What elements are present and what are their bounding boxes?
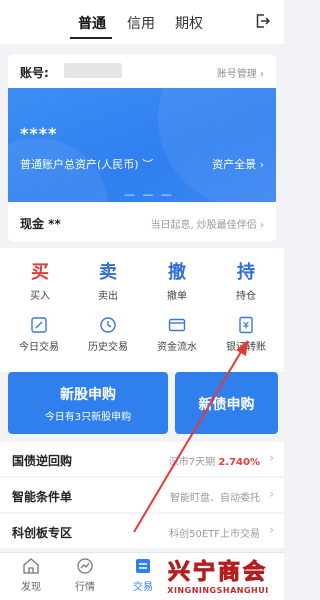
chevron-right-icon: › [269,487,274,501]
positions-label: 持仓 [236,291,256,302]
list-item-title: 智能条件单 [12,490,73,504]
cancel-order-button[interactable]: 撤 撤单 [147,258,207,302]
card-icon [168,318,186,332]
today-trades-label: 今日交易 [19,342,59,353]
list-item-reverse-repo[interactable]: 国债逆回购 深市7天期 2.740% › [0,442,284,476]
positions-button[interactable]: 持 持仓 [216,258,276,302]
watermark-main: 兴宁商会 [167,560,268,586]
chevron-right-icon: › [269,451,274,465]
positions-char: 持 [237,262,255,283]
buy-char: 买 [31,262,49,283]
top-nav: 普通 信用 期权 [0,0,284,44]
tab-normal[interactable]: 普通 [78,13,106,33]
cash-row[interactable]: 现金 ** 当日起息, 炒股最佳伴侣 › [8,202,276,242]
bottom-nav-market[interactable]: 行情 [60,557,110,593]
pager-dots: — — — [124,188,174,201]
history-trades-button[interactable]: 历史交易 [73,316,143,353]
account-card: 账号: 账号管理 › **** 普通账户总资产(人民币) ︶ 资产全景 › — … [8,54,276,242]
cash-slogan: 当日起息, 炒股最佳伴侣 › [150,220,264,231]
bank-securities-transfer-label: 银证转账 [226,342,266,353]
tab-options[interactable]: 期权 [175,13,203,33]
list-item-star-market[interactable]: 科创板专区 科创50ETF上市交易 › [0,514,284,548]
sell-char: 卖 [99,262,117,283]
transfer-doc-icon [239,316,253,334]
repo-rate: 2.740% [218,457,260,468]
list-item-title: 国债逆回购 [12,454,73,468]
list-item-detail: 智能盯盘、自动委托 [170,493,260,504]
history-trades-label: 历史交易 [88,342,128,353]
cancel-label: 撤单 [167,291,187,302]
trade-grid: 买 买入 卖 卖出 撤 撤单 持 持仓 今日交易 历史交易 资金流水 银证转账 [0,248,284,372]
list-item-title: 科创板专区 [12,526,73,540]
list-item-detail: 深市7天期 2.740% [168,457,260,468]
trade-icon [136,559,150,573]
watermark-sub: XINGNINGSHANGHUI [167,586,269,595]
list-item-detail: 科创50ETF上市交易 [169,529,260,540]
clock-icon [100,317,116,333]
home-icon [23,558,39,574]
watermark-logo: 兴宁商会 XINGNINGSHANGHUI [154,554,282,598]
account-number-masked [64,63,122,78]
new-stock-subtitle: 今日有3只新股申购 [44,412,132,423]
decor-circle [158,54,276,208]
buy-button[interactable]: 买 买入 [10,258,70,302]
bottom-nav-label: 发现 [21,582,41,593]
new-stock-title: 新股申购 [60,387,116,403]
asset-panel[interactable]: **** 普通账户总资产(人民币) ︶ 资产全景 › — — — [8,54,276,242]
total-asset-label: 普通账户总资产(人民币) ︶ [20,158,154,171]
edit-doc-icon [31,317,47,333]
cash-label: 现金 ** [20,217,61,231]
fund-flow-label: 资金流水 [157,342,197,353]
cancel-char: 撤 [168,262,186,283]
tab-credit[interactable]: 信用 [127,13,155,33]
list-item-smart-order[interactable]: 智能条件单 智能盯盘、自动委托 › [0,478,284,512]
bottom-nav-discover[interactable]: 发现 [6,557,56,593]
chevron-right-icon: › [269,523,274,537]
asset-overview-link[interactable]: 资产全景 › [212,156,264,172]
chart-circle-icon [77,558,93,574]
exit-icon[interactable] [256,14,270,28]
today-trades-button[interactable]: 今日交易 [4,316,74,353]
sell-button[interactable]: 卖 卖出 [78,258,138,302]
buy-label: 买入 [30,291,50,302]
eye-toggle-icon[interactable]: ︶ [142,158,153,171]
sell-label: 卖出 [98,291,118,302]
total-asset-value: **** [20,124,58,143]
bottom-nav-label: 行情 [75,582,95,593]
bank-securities-transfer-button[interactable]: 银证转账 [211,316,281,353]
new-stock-subscribe-button[interactable]: 新股申购 今日有3只新股申购 [8,372,168,434]
new-bond-title: 新债申购 [198,397,255,413]
fund-flow-button[interactable]: 资金流水 [142,316,212,353]
account-label: 账号: [20,66,49,80]
new-bond-subscribe-button[interactable]: 新债申购 [175,372,278,434]
active-tab-indicator [70,37,112,39]
